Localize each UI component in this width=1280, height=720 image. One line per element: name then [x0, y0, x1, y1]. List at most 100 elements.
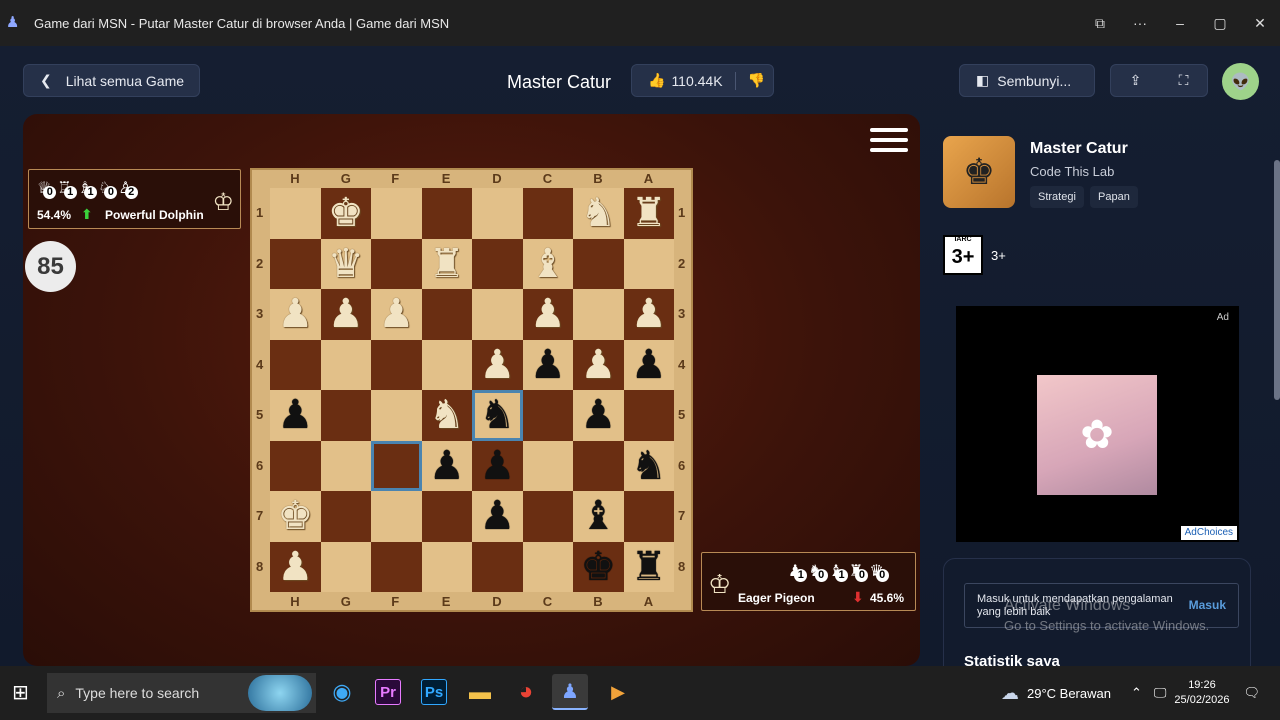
app-bar-icon[interactable]: ⧉ [1080, 15, 1120, 32]
board-square[interactable]: ♟ [472, 491, 523, 542]
board-square[interactable] [472, 541, 523, 592]
board-square[interactable] [472, 188, 523, 239]
board-square[interactable] [371, 440, 422, 491]
board-square[interactable]: ♚ [573, 541, 624, 592]
black-rook-icon[interactable]: ♜ [631, 547, 667, 587]
white-pawn-icon[interactable]: ♟ [631, 294, 667, 334]
white-knight-icon[interactable]: ♞ [429, 395, 465, 435]
board-square[interactable] [522, 188, 573, 239]
white-pawn-icon[interactable]: ♟ [277, 294, 313, 334]
taskbar-search[interactable]: ⌕ Type here to search [47, 673, 316, 713]
black-pawn-icon[interactable]: ♟ [631, 345, 667, 385]
board-square[interactable] [522, 440, 573, 491]
board-square[interactable] [371, 238, 422, 289]
board-square[interactable] [472, 289, 523, 340]
board-square[interactable] [573, 440, 624, 491]
board-square[interactable]: ♞ [472, 390, 523, 441]
board-square[interactable] [421, 491, 472, 542]
white-rook-icon[interactable]: ♜ [631, 193, 667, 233]
white-queen-icon[interactable]: ♛ [328, 244, 364, 284]
board-square[interactable] [522, 541, 573, 592]
board-square[interactable] [320, 541, 371, 592]
edge-icon[interactable]: ◉ [324, 674, 360, 710]
board-square[interactable] [522, 491, 573, 542]
game-canvas[interactable]: ♕0♖1♗1♘0♙2 54.4% ⬆ Powerful Dolphin ♔ 85… [23, 114, 920, 666]
thumbs-up-icon[interactable]: 👍 [648, 72, 665, 89]
notification-icon[interactable]: 🗨 [1243, 685, 1260, 701]
white-rook-icon[interactable]: ♜ [429, 244, 465, 284]
board-square[interactable]: ♟ [623, 289, 674, 340]
board-square[interactable]: ♞ [573, 188, 624, 239]
photoshop-icon[interactable]: Ps [421, 679, 447, 705]
board-square[interactable] [371, 390, 422, 441]
adchoices-link[interactable]: AdChoices [1180, 526, 1237, 540]
board-square[interactable] [472, 238, 523, 289]
black-pawn-icon[interactable]: ♟ [429, 446, 465, 486]
board-square[interactable] [421, 541, 472, 592]
board-square[interactable] [623, 491, 674, 542]
network-icon[interactable]: 🖵 [1154, 685, 1167, 701]
white-pawn-icon[interactable]: ♟ [530, 294, 566, 334]
board-square[interactable] [320, 440, 371, 491]
white-knight-icon[interactable]: ♞ [580, 193, 616, 233]
file-explorer-icon[interactable]: ▬ [462, 674, 498, 710]
board-square[interactable]: ♟ [270, 390, 321, 441]
board-square[interactable] [320, 491, 371, 542]
board-square[interactable] [371, 188, 422, 239]
board-square[interactable] [573, 289, 624, 340]
hide-button[interactable]: ◧ Sembunyi... [959, 64, 1095, 97]
close-button[interactable]: ✕ [1240, 15, 1280, 32]
black-pawn-icon[interactable]: ♟ [530, 345, 566, 385]
board-square[interactable]: ♟ [371, 289, 422, 340]
white-pawn-icon[interactable]: ♟ [580, 345, 616, 385]
fullscreen-icon[interactable]: ⛶ [1179, 72, 1189, 89]
thumbs-down-icon[interactable]: 👎 [748, 72, 765, 89]
tag-strategi[interactable]: Strategi [1030, 186, 1084, 208]
maximize-button[interactable]: ▢ [1200, 15, 1240, 32]
white-bishop-icon[interactable]: ♝ [530, 244, 566, 284]
weather-text[interactable]: 29°C Berawan [1027, 686, 1111, 701]
white-pawn-icon[interactable]: ♟ [277, 547, 313, 587]
black-pawn-icon[interactable]: ♟ [479, 446, 515, 486]
board-square[interactable]: ♜ [623, 541, 674, 592]
board-square[interactable] [623, 238, 674, 289]
more-icon[interactable]: ··· [1120, 15, 1160, 31]
board-square[interactable] [623, 390, 674, 441]
white-pawn-icon[interactable]: ♟ [378, 294, 414, 334]
board-square[interactable]: ♟ [270, 541, 321, 592]
board-square[interactable]: ♟ [522, 339, 573, 390]
scrollbar[interactable] [1274, 160, 1280, 400]
board-square[interactable]: ♟ [573, 339, 624, 390]
developer-name[interactable]: Code This Lab [1030, 164, 1114, 179]
board-square[interactable] [573, 238, 624, 289]
back-to-games-button[interactable]: ❮ Lihat semua Game [23, 64, 200, 97]
white-king-icon[interactable]: ♚ [277, 496, 313, 536]
chevron-up-icon[interactable]: ⌃ [1131, 685, 1142, 701]
avatar[interactable]: 👽 [1222, 63, 1259, 100]
minimize-button[interactable]: – [1160, 15, 1200, 31]
clock[interactable]: 19:26 25/02/2026 [1174, 678, 1229, 708]
msn-games-taskbar-icon[interactable]: ♟ [552, 674, 588, 710]
black-pawn-icon[interactable]: ♟ [277, 395, 313, 435]
board-square[interactable]: ♞ [421, 390, 472, 441]
black-pawn-icon[interactable]: ♟ [479, 496, 515, 536]
advertisement[interactable]: Ad ✿ AdChoices [956, 306, 1239, 542]
board-square[interactable]: ♜ [421, 238, 472, 289]
board-square[interactable]: ♜ [623, 188, 674, 239]
media-player-icon[interactable]: ▶ [600, 674, 636, 710]
white-king-icon[interactable]: ♚ [328, 193, 364, 233]
board-square[interactable]: ♝ [573, 491, 624, 542]
board-square[interactable] [270, 440, 321, 491]
tag-papan[interactable]: Papan [1090, 186, 1138, 208]
white-pawn-icon[interactable]: ♟ [479, 345, 515, 385]
white-pawn-icon[interactable]: ♟ [328, 294, 364, 334]
black-bishop-icon[interactable]: ♝ [580, 496, 616, 536]
board-square[interactable] [270, 238, 321, 289]
board-square[interactable]: ♟ [472, 339, 523, 390]
board-square[interactable]: ♛ [320, 238, 371, 289]
board-square[interactable]: ♟ [573, 390, 624, 441]
black-knight-icon[interactable]: ♞ [479, 395, 515, 435]
board-square[interactable] [270, 339, 321, 390]
chrome-icon[interactable]: ◕ [508, 674, 544, 710]
black-king-icon[interactable]: ♚ [580, 547, 616, 587]
